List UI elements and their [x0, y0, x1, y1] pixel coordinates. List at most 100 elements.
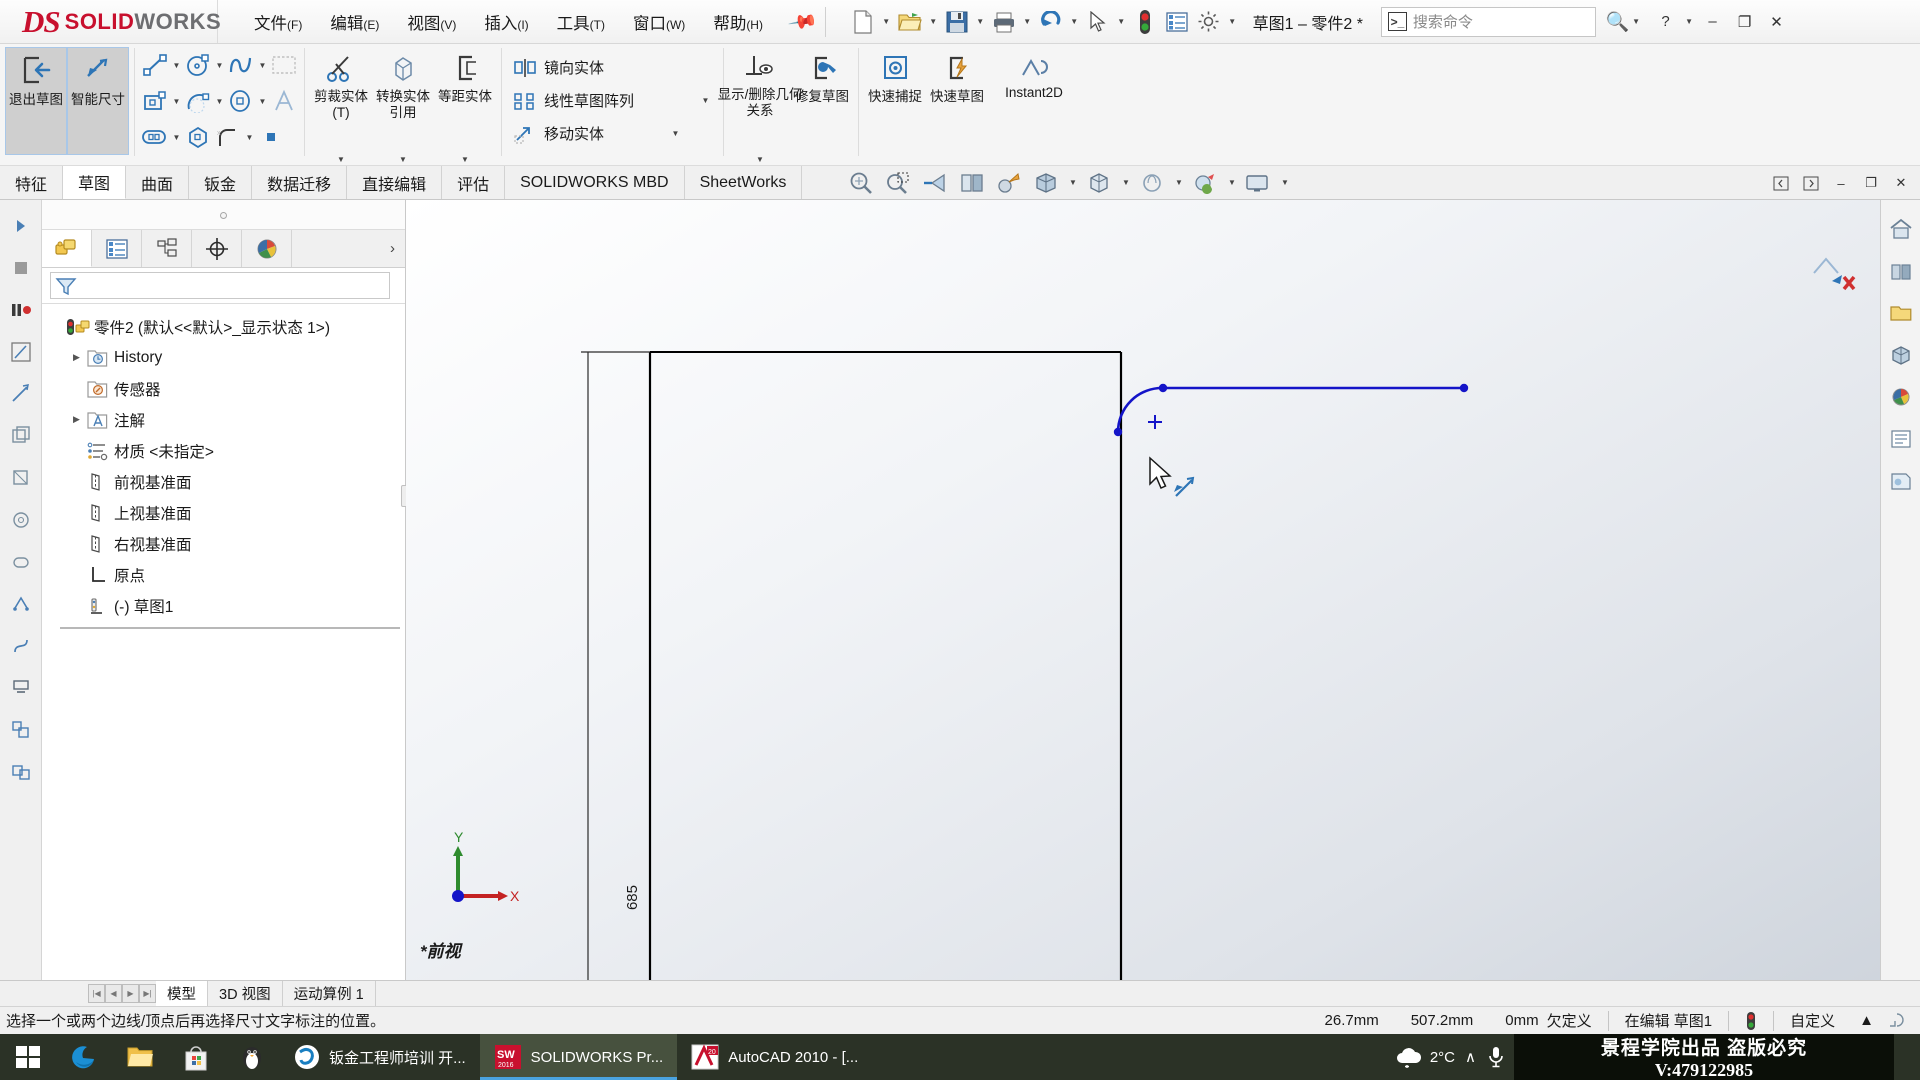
new-document-caret[interactable]: ▼	[880, 17, 893, 26]
settings-gear-icon[interactable]	[1194, 6, 1224, 38]
tab-solidworks-mbd[interactable]: SOLIDWORKS MBD	[505, 166, 685, 199]
tab-features[interactable]: 特征	[0, 166, 64, 199]
view-orientation-icon[interactable]	[992, 167, 1026, 199]
entity-icon-3[interactable]	[5, 504, 37, 536]
zoom-to-fit-icon[interactable]	[844, 167, 878, 199]
sketch-fillet-icon[interactable]: x	[213, 121, 243, 153]
hide-show-items-icon[interactable]	[1082, 167, 1116, 199]
view-settings-caret[interactable]: ▼	[1278, 178, 1291, 187]
tree-filter-input[interactable]	[50, 272, 390, 299]
windows-start-icon[interactable]	[0, 1034, 56, 1080]
display-manager-tab[interactable]	[242, 230, 292, 267]
appearance-sphere-icon[interactable]	[1885, 382, 1917, 412]
taskbar-app-autocad[interactable]: 20 AutoCAD 2010 - [...	[677, 1034, 872, 1080]
dimension-685-label[interactable]: 685	[624, 885, 641, 910]
apply-scene-icon[interactable]	[1188, 167, 1222, 199]
nav-next-button[interactable]: ▶	[122, 984, 139, 1003]
pushpin-icon[interactable]: 📌	[786, 5, 819, 38]
previous-view-icon[interactable]	[918, 167, 952, 199]
ellipse-caret[interactable]: ▼	[256, 97, 269, 106]
tree-tabs-more-chevron[interactable]: ›	[292, 230, 405, 267]
relation-icon-2[interactable]	[5, 630, 37, 662]
save-caret[interactable]: ▼	[974, 17, 987, 26]
print-caret[interactable]: ▼	[1021, 17, 1034, 26]
tree-item-sensors[interactable]: 传感器	[42, 373, 405, 404]
menu-window[interactable]: 窗口(W)	[619, 4, 699, 40]
microphone-icon[interactable]	[1486, 1045, 1506, 1069]
tree-item-origin[interactable]: 原点	[42, 559, 405, 590]
rebuild-status-icon[interactable]	[1130, 6, 1160, 38]
offset-caret[interactable]: ▼	[459, 155, 472, 164]
spline-icon[interactable]	[226, 49, 256, 81]
open-folder-caret[interactable]: ▼	[927, 17, 940, 26]
tab-direct-editing[interactable]: 直接编辑	[347, 166, 443, 199]
exit-sketch-button[interactable]: 退出草图	[5, 47, 67, 155]
view-folder-icon[interactable]	[1885, 298, 1917, 328]
display-style-caret[interactable]: ▼	[1066, 178, 1079, 187]
select-cursor-icon[interactable]	[1083, 6, 1113, 38]
spline-caret[interactable]: ▼	[256, 61, 269, 70]
entity-icon-1[interactable]	[5, 420, 37, 452]
help-caret[interactable]: ▼	[1683, 17, 1696, 26]
restore-pane-right-icon[interactable]	[1798, 170, 1824, 196]
file-explorer-icon[interactable]	[112, 1034, 168, 1080]
select-cursor-caret[interactable]: ▼	[1115, 17, 1128, 26]
tree-item-sketch1[interactable]: (-) 草图1	[42, 590, 405, 621]
tree-item-front-plane[interactable]: 前视基准面	[42, 466, 405, 497]
microsoft-store-icon[interactable]	[168, 1034, 224, 1080]
dimension-tool-icon[interactable]	[5, 378, 37, 410]
tree-item-top-plane[interactable]: 上视基准面	[42, 497, 405, 528]
pattern-icon-2[interactable]	[5, 756, 37, 788]
pause-icon[interactable]	[5, 294, 37, 326]
menu-tools[interactable]: 工具(T)	[543, 4, 619, 40]
circle-caret[interactable]: ▼	[213, 61, 226, 70]
print-icon[interactable]	[989, 6, 1019, 38]
convert-caret[interactable]: ▼	[397, 155, 410, 164]
tree-item-history[interactable]: ▶ History	[42, 342, 405, 373]
move-entities-button[interactable]: 移动实体 ▼	[507, 117, 718, 150]
doc-restore-button[interactable]: ❐	[1858, 170, 1884, 196]
settings-caret[interactable]: ▼	[1226, 17, 1239, 26]
zoom-to-area-icon[interactable]	[881, 167, 915, 199]
relation-icon-3[interactable]	[5, 672, 37, 704]
nav-first-button[interactable]: |◀	[88, 984, 105, 1003]
relations-caret[interactable]: ▼	[754, 155, 767, 164]
menu-edit[interactable]: 编辑(E)	[316, 4, 393, 40]
tree-root-item[interactable]: 零件2 (默认<<默认>_显示状态 1>)	[42, 311, 405, 342]
taskbar-app-solidworks[interactable]: SW 2016 SOLIDWORKS Pr...	[479, 1034, 678, 1080]
view-settings-icon[interactable]	[1241, 167, 1275, 199]
tree-item-right-plane[interactable]: 右视基准面	[42, 528, 405, 559]
repair-sketch-button[interactable]: 修复草图	[791, 47, 853, 155]
appearance-caret[interactable]: ▼	[1172, 178, 1185, 187]
arc-caret[interactable]: ▼	[213, 97, 226, 106]
instant2d-button[interactable]: Instant2D	[988, 47, 1080, 101]
decal-icon[interactable]	[1885, 466, 1917, 496]
trim-entities-button[interactable]: 剪裁实体(T)	[310, 47, 372, 155]
new-document-icon[interactable]	[848, 6, 878, 38]
display-delete-relations-button[interactable]: 显示/删除几何关系	[718, 47, 802, 155]
hide-show-caret[interactable]: ▼	[1119, 178, 1132, 187]
minimize-button[interactable]: –	[1698, 7, 1728, 37]
graphics-area[interactable]: Y X 685 *前视	[406, 200, 1920, 980]
view-orientation-box-icon[interactable]	[1885, 340, 1917, 370]
view-home-icon[interactable]	[1885, 214, 1917, 244]
tab-data-migration[interactable]: 数据迁移	[252, 166, 348, 199]
quick-snaps-button[interactable]: 快速捕捉	[864, 47, 926, 155]
resize-grip-icon[interactable]	[1882, 1007, 1912, 1034]
tab-surfaces[interactable]: 曲面	[126, 166, 190, 199]
scene-caret[interactable]: ▼	[1225, 178, 1238, 187]
quick-sketch-button[interactable]: 快速草图	[926, 47, 988, 155]
help-button[interactable]: ?	[1651, 7, 1681, 37]
status-customize-caret[interactable]: ▲	[1851, 1007, 1882, 1034]
linear-sketch-pattern-button[interactable]: 线性草图阵列 ▼	[507, 84, 718, 117]
scene-list-icon[interactable]	[1885, 424, 1917, 454]
mirror-entities-button[interactable]: 镜向实体	[507, 51, 718, 84]
feature-manager-tab[interactable]	[42, 230, 92, 267]
fillet-caret[interactable]: ▼	[243, 133, 256, 142]
dimxpert-manager-tab[interactable]	[192, 230, 242, 267]
menu-help[interactable]: 帮助(H)	[699, 4, 777, 40]
tab-sheetworks[interactable]: SheetWorks	[685, 166, 803, 199]
rectangle-icon[interactable]	[140, 85, 170, 117]
edit-appearance-icon[interactable]	[1135, 167, 1169, 199]
nav-last-button[interactable]: ▶|	[139, 984, 156, 1003]
